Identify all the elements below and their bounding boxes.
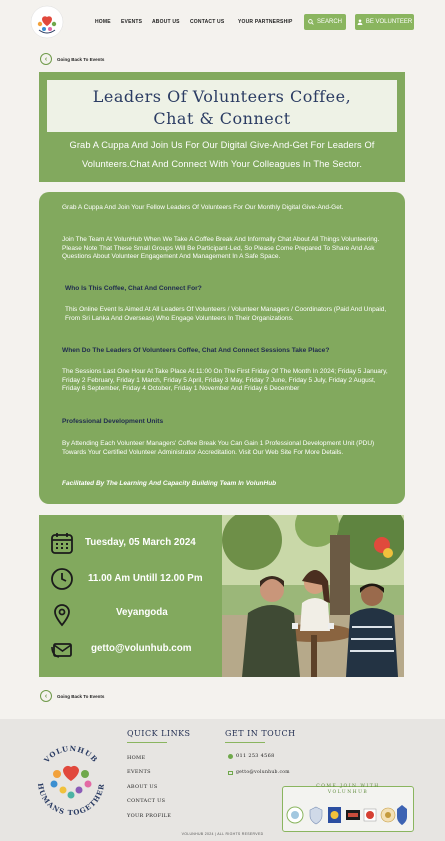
- description-paragraph-1: Grab A Cuppa And Join Your Fellow Leader…: [62, 204, 344, 211]
- hero-subtitle-line-2: Volunteers.Chat And Connect With Your Co…: [81, 159, 363, 169]
- cafe-people-image: [222, 515, 404, 677]
- user-icon: [357, 19, 363, 25]
- footer-email-text: getto@volunhub.com: [236, 770, 290, 775]
- get-in-touch-title: GET IN TOUCH: [225, 729, 296, 738]
- volunhub-logo[interactable]: [30, 5, 64, 39]
- back-to-events-link-top[interactable]: ‹ Going Back To Events: [40, 53, 104, 65]
- footer-link-contact-us[interactable]: CONTACT US: [127, 798, 165, 804]
- description-paragraph-3: This Online Event Is Aimed At All Leader…: [65, 306, 387, 322]
- event-photo: [222, 515, 404, 677]
- quick-links-title: QUICK LINKS: [127, 729, 191, 738]
- arrow-left-icon: ‹: [40, 53, 52, 65]
- search-icon: [308, 19, 314, 25]
- svg-text:VOLUNHUB: VOLUNHUB: [41, 744, 100, 765]
- partners-title: COME JOIN WITH VOLUNHUB: [283, 784, 413, 796]
- location-pin-icon: [54, 604, 70, 627]
- quick-links-underline: [127, 742, 167, 743]
- be-volunteer-label: BE VOLUNTEER: [365, 19, 413, 25]
- page-title-line-1: Leaders Of Volunteers Coffee,: [92, 87, 352, 106]
- event-description-card: Grab A Cuppa And Join Your Fellow Leader…: [39, 192, 405, 504]
- page-title-line-2: Chat & Connect: [153, 109, 291, 128]
- footer-link-home[interactable]: HOME: [127, 755, 145, 761]
- site-header: HOME EVENTS ABOUT US CONTACT US YOUR PAR…: [0, 0, 445, 44]
- event-info-panel: Tuesday, 05 March 2024 11.00 Am Untill 1…: [39, 515, 222, 677]
- event-hero: Leaders Of Volunteers Coffee, Chat & Con…: [39, 72, 405, 182]
- partner-logos: [286, 805, 407, 825]
- footer-link-about-us[interactable]: ABOUT US: [127, 784, 158, 790]
- description-heading-pdu: Professional Development Units: [62, 418, 164, 425]
- svg-text:HUMANS TOGETHER: HUMANS TOGETHER: [36, 782, 106, 817]
- hero-title-box: Leaders Of Volunteers Coffee, Chat & Con…: [47, 80, 397, 132]
- event-date: Tuesday, 05 March 2024: [85, 537, 196, 548]
- back-link-label: Going Back To Events: [57, 56, 105, 62]
- description-heading-who: Who Is This Coffee, Chat And Connect For…: [65, 285, 202, 292]
- page-title: Leaders Of Volunteers Coffee, Chat & Con…: [47, 86, 397, 130]
- description-heading-when: When Do The Leaders Of Volunteers Coffee…: [62, 347, 330, 354]
- be-volunteer-button[interactable]: BE VOLUNTEER: [355, 14, 414, 30]
- footer-link-your-profile[interactable]: YOUR PROFILE: [127, 813, 171, 819]
- footer-logo-bottom-text: HUMANS TOGETHER: [36, 782, 105, 817]
- search-button-label: SEARCH: [316, 19, 342, 25]
- footer-logo: VOLUNHUB HUMANS TOGETHER: [36, 744, 106, 817]
- event-email[interactable]: getto@volunhub.com: [91, 643, 191, 654]
- footer-phone-text: 011 253 4568: [236, 753, 275, 759]
- description-paragraph-2: Join The Team At VolunHub When We Take A…: [62, 236, 380, 260]
- mail-icon: [228, 770, 233, 775]
- nav-home[interactable]: HOME: [95, 19, 111, 25]
- nav-contact-us[interactable]: CONTACT US: [190, 19, 224, 25]
- event-location: Veyangoda: [116, 607, 168, 618]
- nav-your-partnership[interactable]: YOUR PARTNERSHIP: [238, 19, 293, 25]
- back-link-label: Going Back To Events: [57, 693, 105, 699]
- footer-phone[interactable]: 011 253 4568: [228, 753, 275, 759]
- hero-subtitle: Grab A Cuppa And Join Us For Our Digital…: [39, 136, 405, 174]
- footer-link-events[interactable]: EVENTS: [127, 769, 151, 775]
- hero-subtitle-line-1: Grab A Cuppa And Join Us For Our Digital…: [69, 140, 375, 150]
- event-time: 11.00 Am Untill 12.00 Pm: [88, 573, 203, 584]
- get-in-touch-underline: [225, 742, 265, 743]
- back-to-events-link-bottom[interactable]: ‹ Going Back To Events: [40, 690, 104, 702]
- partners-title-line-2: VOLUNHUB: [327, 790, 369, 795]
- footer-email[interactable]: getto@volunhub.com: [228, 770, 290, 775]
- phone-icon: [228, 753, 233, 759]
- arrow-left-icon: ‹: [40, 690, 52, 702]
- footer-logo-top-text: VOLUNHUB: [41, 744, 99, 765]
- partners-box: COME JOIN WITH VOLUNHUB: [282, 784, 414, 832]
- clock-icon: [51, 568, 73, 590]
- nav-about-us[interactable]: ABOUT US: [152, 19, 180, 25]
- description-paragraph-4: The Sessions Last One Hour At Take Place…: [62, 368, 388, 392]
- description-paragraph-5: By Attending Each Volunteer Managers' Co…: [62, 440, 375, 456]
- email-phone-icon: [51, 643, 72, 658]
- calendar-icon: [51, 533, 73, 554]
- description-facilitated-by: Facilitated By The Learning And Capacity…: [62, 480, 277, 487]
- nav-events[interactable]: EVENTS: [121, 19, 142, 25]
- copyright-text: VOLUNHUB 2024 | ALL RIGHTS RESERVED: [181, 832, 264, 836]
- search-button[interactable]: SEARCH: [304, 14, 346, 30]
